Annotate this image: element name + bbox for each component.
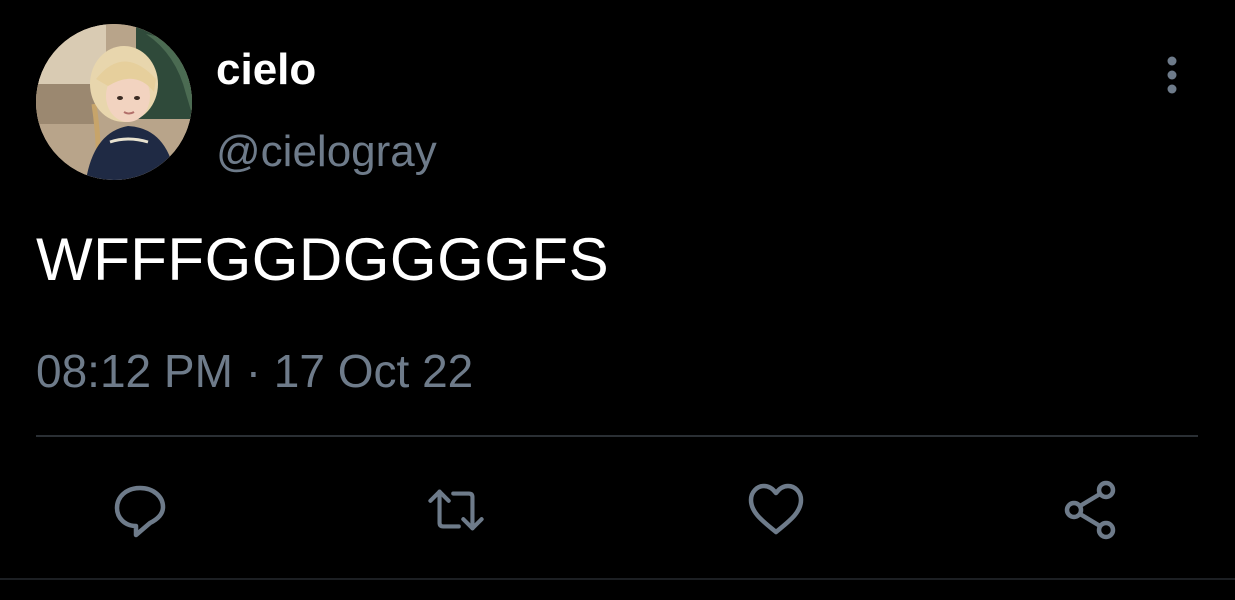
user-handle[interactable]: @cielogray — [216, 122, 437, 182]
tweet-date: 17 Oct 22 — [273, 345, 474, 397]
tweet-text: WFFFGGDGGGGFS — [36, 226, 610, 293]
meta-separator: · — [245, 345, 262, 397]
more-vertical-icon — [1167, 56, 1177, 94]
avatar-photo — [36, 24, 192, 180]
retweet-button[interactable] — [424, 478, 488, 542]
reply-bubble-icon — [114, 485, 166, 538]
tweet-timestamp[interactable]: 08:12 PM · 17 Oct 22 — [36, 340, 473, 402]
bottom-divider — [0, 578, 1235, 580]
retweet-icon — [428, 489, 484, 531]
display-name[interactable]: cielo — [216, 40, 316, 100]
tweet-time: 08:12 PM — [36, 345, 233, 397]
reply-button[interactable] — [108, 478, 172, 542]
share-button[interactable] — [1060, 478, 1124, 542]
divider — [36, 435, 1198, 437]
avatar[interactable] — [36, 24, 192, 180]
like-button[interactable] — [744, 478, 808, 542]
more-options-button[interactable] — [1150, 50, 1194, 100]
share-icon — [1064, 480, 1116, 540]
tweet-card: cielo @cielogray WFFFGGDGGGGFS 08:12 PM … — [0, 0, 1235, 600]
heart-icon — [748, 483, 804, 535]
